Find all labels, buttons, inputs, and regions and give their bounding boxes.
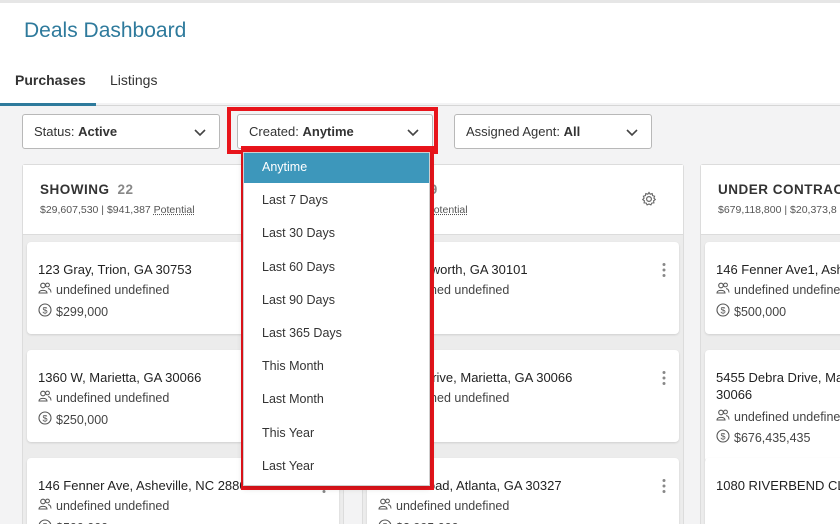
dropdown-option-last-year[interactable]: Last Year	[244, 452, 429, 482]
dropdown-option-last-90-days[interactable]: Last 90 Days	[244, 286, 429, 316]
deal-address: 146 Fenner Ave1, Ashe	[716, 261, 840, 278]
users-icon	[378, 497, 392, 514]
created-filter-select[interactable]: Created: Anytime	[237, 114, 433, 149]
deal-price: $ $250,000	[38, 411, 108, 428]
chevron-down-icon	[406, 125, 420, 139]
users-icon	[38, 281, 52, 298]
status-filter-value: Active	[78, 124, 117, 139]
active-tab-indicator	[0, 103, 96, 106]
page-title: Deals Dashboard	[24, 19, 186, 43]
deal-agents: undefined undefined	[378, 497, 509, 514]
created-filter-value: Anytime	[303, 124, 354, 139]
dollar-circle-icon: $	[38, 303, 52, 320]
deal-address: 146 Fenner Ave, Asheville, NC 2880	[38, 477, 247, 494]
dropdown-option-last-365-days[interactable]: Last 365 Days	[244, 319, 429, 349]
deal-column-under-contrac: UNDER CONTRAC $679,118,800 | $20,373,8 146…	[700, 164, 840, 524]
deal-price: $ $676,435,435	[716, 429, 810, 446]
tab-listings[interactable]: Listings	[110, 72, 157, 88]
column-count: 9	[430, 182, 438, 197]
dropdown-option-anytime[interactable]: Anytime	[244, 153, 429, 183]
dropdown-option-last-30-days[interactable]: Last 30 Days	[244, 219, 429, 249]
created-filter-label: Created:	[249, 124, 299, 139]
deal-address: 123 Gray, Trion, GA 30753	[38, 261, 192, 278]
page-header: Deals Dashboard Purchases Listings	[0, 0, 840, 103]
column-stats: $679,118,800 | $20,373,8	[718, 204, 837, 216]
agent-filter-value: All	[564, 124, 581, 139]
dropdown-option-this-month[interactable]: This Month	[244, 352, 429, 382]
status-filter-label: Status:	[34, 124, 74, 139]
dollar-circle-icon: $	[38, 411, 52, 428]
status-filter-select[interactable]: Status: Active	[22, 114, 220, 149]
svg-text:$: $	[720, 305, 725, 315]
deal-card[interactable]: 5455 Debra Drive, Ma 30066 undefined unde…	[705, 350, 840, 462]
dollar-circle-icon: $	[716, 303, 730, 320]
svg-text:$: $	[42, 413, 47, 423]
chevron-down-icon	[193, 125, 207, 139]
column-title: SHOWING 22	[40, 182, 134, 197]
deal-agents: undefined undefined	[716, 408, 840, 425]
deal-agents: undefined undefined	[38, 497, 169, 514]
users-icon	[716, 281, 730, 298]
deal-price: $ $299,000	[38, 303, 108, 320]
deal-card[interactable]: 1080 RIVERBEND CLU	[705, 458, 840, 524]
deal-agents: undefined undefined	[716, 281, 840, 298]
chevron-down-icon	[625, 125, 639, 139]
deal-price: $$500,000	[716, 303, 786, 320]
dropdown-option-last-60-days[interactable]: Last 60 Days	[244, 253, 429, 283]
dropdown-option-this-year[interactable]: This Year	[244, 419, 429, 449]
tab-purchases[interactable]: Purchases	[15, 72, 86, 88]
column-header: UNDER CONTRAC $679,118,800 | $20,373,8	[701, 165, 840, 235]
dollar-circle-icon: $	[378, 519, 392, 524]
deal-address: 5455 Debra Drive, Ma 30066	[716, 369, 840, 403]
column-count: 22	[118, 182, 134, 197]
dropdown-option-last-month[interactable]: Last Month	[244, 385, 429, 415]
created-dropdown-menu: Anytime Last 7 Days Last 30 Days Last 60 Da…	[243, 152, 430, 486]
svg-text:$: $	[42, 305, 47, 315]
deal-address: 1360 W, Marietta, GA 30066	[38, 369, 201, 386]
users-icon	[716, 408, 730, 425]
users-icon	[38, 497, 52, 514]
deal-agents: undefined undefined	[38, 281, 169, 298]
dropdown-option-last-7-days[interactable]: Last 7 Days	[244, 186, 429, 216]
tab-bar: Purchases Listings	[0, 63, 840, 106]
users-icon	[38, 389, 52, 406]
deal-price: $$500,000	[38, 519, 108, 524]
dollar-circle-icon: $	[716, 429, 730, 446]
column-stats: $29,607,530 | $941,387 Potential	[40, 204, 195, 216]
svg-text:$: $	[720, 431, 725, 441]
dollar-circle-icon: $	[38, 519, 52, 524]
agent-filter-label: Assigned Agent:	[466, 124, 560, 139]
column-title: UNDER CONTRAC	[718, 182, 840, 197]
deal-card[interactable]: 146 Fenner Ave1, Ashe undefined undefined…	[705, 242, 840, 334]
deal-agents: undefined undefined	[38, 389, 169, 406]
deal-address: 1080 RIVERBEND CLU	[716, 477, 840, 494]
agent-filter-select[interactable]: Assigned Agent: All	[454, 114, 652, 149]
deal-price: $$2,995,000	[378, 519, 459, 524]
potential-link[interactable]: Potential	[154, 204, 195, 216]
potential-link[interactable]: Potential	[427, 204, 468, 216]
